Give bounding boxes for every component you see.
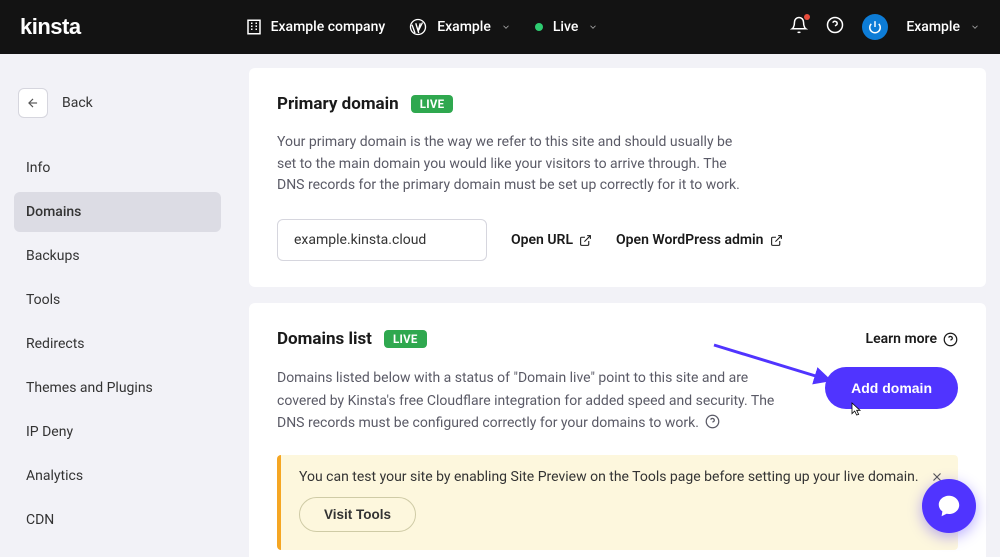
primary-domain-title: Primary domain — [277, 94, 399, 114]
top-bar: kinsta Example company Example Live Exam… — [0, 0, 1000, 54]
gravatar-icon[interactable] — [862, 14, 888, 40]
live-badge: LIVE — [384, 330, 427, 348]
environment-label: Live — [553, 19, 578, 35]
help-button[interactable] — [826, 16, 844, 38]
environment-selector[interactable]: Live — [535, 19, 598, 35]
help-icon — [826, 16, 844, 34]
company-selector[interactable]: Example company — [245, 18, 386, 36]
back-button[interactable] — [18, 88, 48, 118]
chat-icon — [936, 493, 962, 519]
domains-list-title: Domains list — [277, 329, 372, 349]
status-dot-icon — [535, 23, 543, 31]
sidebar-item-redirects[interactable]: Redirects — [14, 324, 221, 364]
primary-domain-description: Your primary domain is the way we refer … — [277, 132, 747, 197]
primary-domain-value: example.kinsta.cloud — [277, 219, 487, 261]
open-url-link[interactable]: Open URL — [511, 232, 592, 248]
chevron-down-icon — [588, 22, 598, 32]
sidebar-item-cdn[interactable]: CDN — [14, 500, 221, 540]
site-name: Example — [437, 19, 491, 35]
visit-tools-button[interactable]: Visit Tools — [299, 497, 416, 532]
add-domain-button[interactable]: Add domain — [825, 367, 958, 409]
building-icon — [245, 18, 263, 36]
help-icon — [943, 332, 958, 347]
chat-widget-button[interactable] — [922, 479, 976, 533]
primary-domain-card: Primary domain LIVE Your primary domain … — [249, 68, 986, 287]
cursor-icon — [848, 401, 864, 421]
help-icon[interactable] — [705, 414, 720, 429]
sidebar-item-analytics[interactable]: Analytics — [14, 456, 221, 496]
header-right: Example — [790, 14, 980, 40]
sidebar-item-ip-deny[interactable]: IP Deny — [14, 412, 221, 452]
external-link-icon — [770, 234, 783, 247]
external-link-icon — [579, 234, 592, 247]
chevron-down-icon — [501, 22, 511, 32]
site-selector[interactable]: Example — [409, 18, 511, 36]
back-label: Back — [62, 95, 93, 111]
sidebar-item-info[interactable]: Info — [14, 148, 221, 188]
domains-list-description: Domains listed below with a status of "D… — [277, 370, 774, 431]
back-row[interactable]: Back — [14, 88, 221, 118]
user-name: Example — [906, 19, 960, 35]
learn-more-link[interactable]: Learn more — [866, 331, 958, 347]
sidebar-item-tools[interactable]: Tools — [14, 280, 221, 320]
notifications-button[interactable] — [790, 16, 808, 38]
notification-badge — [804, 14, 810, 20]
sidebar: Back Info Domains Backups Tools Redirect… — [0, 54, 235, 557]
live-badge: LIVE — [411, 95, 454, 113]
main-content: Primary domain LIVE Your primary domain … — [235, 54, 1000, 557]
company-name: Example company — [271, 19, 386, 35]
notice-text: You can test your site by enabling Site … — [299, 469, 940, 485]
site-preview-notice: You can test your site by enabling Site … — [277, 455, 958, 550]
kinsta-logo: kinsta — [20, 14, 81, 40]
chevron-down-icon — [970, 22, 980, 32]
sidebar-item-backups[interactable]: Backups — [14, 236, 221, 276]
user-menu[interactable]: Example — [906, 19, 980, 35]
wordpress-icon — [409, 18, 427, 36]
arrow-left-icon — [26, 96, 40, 110]
sidebar-item-domains[interactable]: Domains — [14, 192, 221, 232]
sidebar-item-themes-plugins[interactable]: Themes and Plugins — [14, 368, 221, 408]
domains-list-card: Domains list LIVE Learn more Domains lis… — [249, 303, 986, 557]
open-wordpress-admin-link[interactable]: Open WordPress admin — [616, 232, 782, 248]
